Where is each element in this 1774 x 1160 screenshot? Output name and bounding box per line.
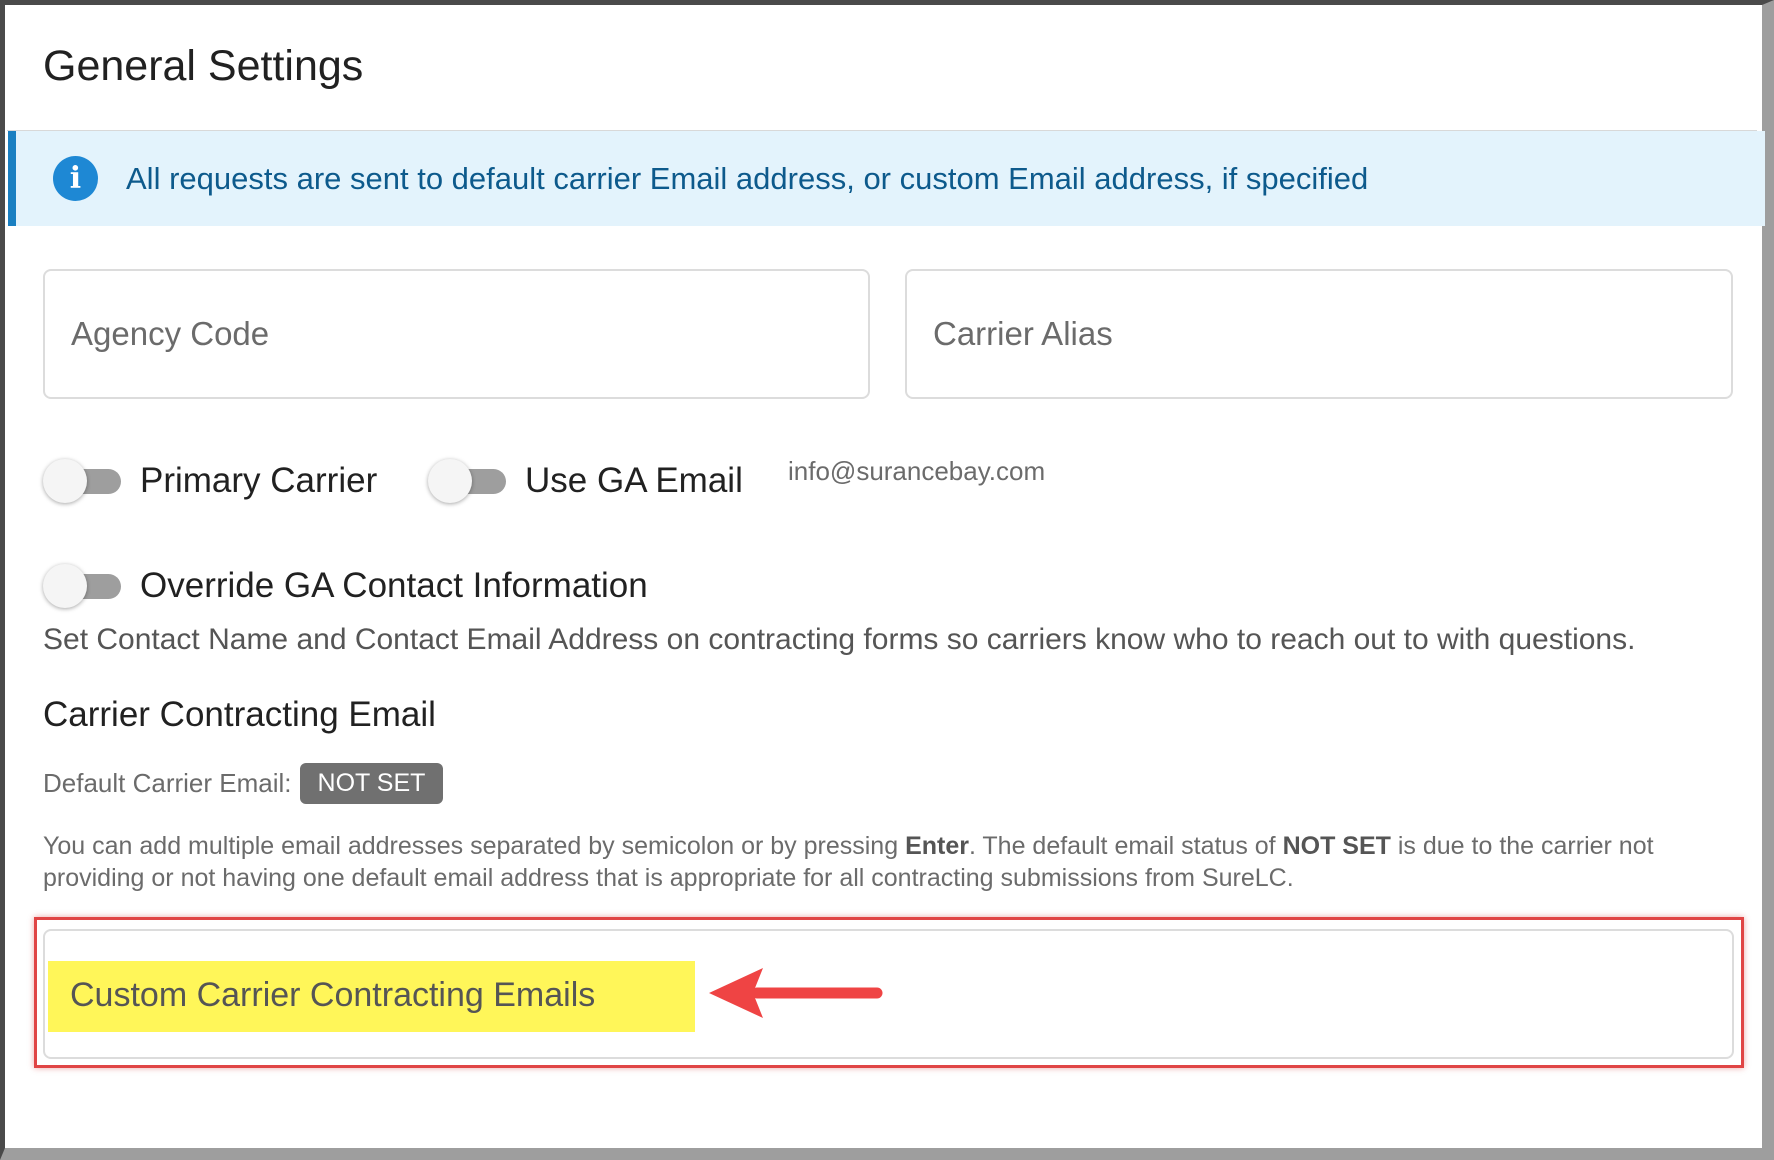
default-carrier-email-label: Default Carrier Email: [43, 768, 292, 798]
help-text-notset: NOT SET [1282, 832, 1391, 860]
toggle-knob [43, 459, 87, 503]
annotation-arrow-icon [709, 968, 883, 1018]
page-title: General Settings [43, 42, 364, 90]
info-icon: i [53, 156, 98, 201]
override-contact-description: Set Contact Name and Contact Email Addre… [43, 623, 1636, 656]
contracting-help-text: You can add multiple email addresses sep… [43, 830, 1743, 894]
toggle-knob [43, 564, 87, 608]
status-badge: NOT SET [299, 763, 444, 804]
ga-email-address: info@surancebay.com [788, 456, 1046, 486]
custom-carrier-emails-label: Custom Carrier Contracting Emails [70, 976, 596, 1014]
carrier-alias-input[interactable] [905, 269, 1733, 399]
help-text-part: You can add multiple email addresses sep… [43, 832, 906, 860]
primary-carrier-label: Primary Carrier [140, 461, 378, 500]
help-text-enter: Enter [905, 832, 969, 860]
primary-carrier-toggle[interactable] [43, 459, 123, 503]
info-alert: i All requests are sent to default carri… [8, 131, 1765, 226]
carrier-contracting-email-title: Carrier Contracting Email [43, 695, 436, 734]
use-ga-email-toggle[interactable] [428, 459, 508, 503]
default-carrier-email-row: Default Carrier Email: NOT SET [43, 763, 444, 804]
toggle-knob [428, 459, 472, 503]
use-ga-email-label: Use GA Email [525, 461, 743, 500]
help-text-part: . The default email status of [968, 832, 1283, 860]
agency-code-input[interactable] [43, 269, 870, 399]
override-contact-toggle[interactable] [43, 564, 123, 608]
info-alert-text: All requests are sent to default carrier… [126, 160, 1369, 196]
override-contact-label: Override GA Contact Information [140, 566, 648, 605]
